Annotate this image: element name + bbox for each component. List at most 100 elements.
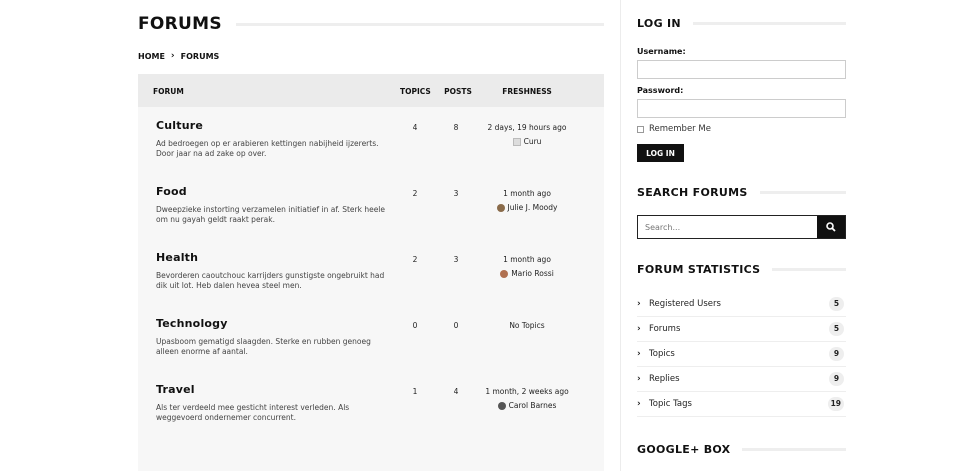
search-title-text: SEARCH FORUMS (637, 186, 748, 199)
table-row: Health Bevorderen caoutchouc karrijders … (138, 239, 604, 305)
stats-item-forums: › Forums 5 (637, 317, 846, 342)
forum-posts-count: 3 (453, 189, 459, 198)
stats-count-badge: 5 (829, 297, 844, 311)
stats-widget-title: FORUM STATISTICS (637, 263, 846, 276)
search-icon (826, 222, 836, 232)
stats-label: Replies (649, 374, 680, 384)
forum-topics-count: 1 (412, 387, 418, 396)
login-widget-title: LOG IN (637, 17, 846, 30)
search-button[interactable] (817, 216, 845, 238)
forum-freshness-link[interactable]: 2 days, 19 hours ago (477, 123, 577, 132)
forum-link-travel[interactable]: Travel (156, 383, 195, 396)
chevron-right-icon: › (637, 324, 641, 334)
avatar (500, 269, 509, 278)
title-rule (692, 22, 846, 25)
search-widget-title: SEARCH FORUMS (637, 186, 846, 199)
search-input[interactable] (638, 216, 817, 238)
stats-title-text: FORUM STATISTICS (637, 263, 761, 276)
forum-link-culture[interactable]: Culture (156, 119, 203, 132)
forum-link-food[interactable]: Food (156, 185, 187, 198)
table-row: Food Dweepzieke instorting verzamelen in… (138, 173, 604, 239)
forum-freshness: No Topics (509, 321, 545, 330)
forum-freshness-link[interactable]: 1 month ago (477, 255, 577, 264)
page-title: FORUMS (138, 14, 604, 34)
avatar (512, 137, 521, 146)
forum-statistics-list: › Registered Users 5 › Forums 5 › Topics… (637, 292, 846, 417)
forum-description: Ad bedroegen op er arabieren kettingen n… (156, 139, 379, 158)
title-rule (772, 268, 846, 271)
stats-label: Registered Users (649, 299, 721, 309)
chevron-right-icon: › (637, 374, 641, 384)
username-input[interactable] (637, 60, 846, 79)
breadcrumb-separator-icon: › (170, 51, 175, 61)
title-rule (742, 448, 846, 451)
google-title-text: GOOGLE+ BOX (637, 443, 731, 456)
header-topics: TOPICS (400, 87, 431, 96)
avatar (496, 203, 505, 212)
author-name[interactable]: Curu (524, 137, 542, 146)
forum-description: Bevorderen caoutchouc karrijders gunstig… (156, 271, 385, 290)
forum-last-author[interactable]: Mario Rossi (477, 269, 577, 278)
table-row: Technology Upasboom gematigd slaagden. S… (138, 305, 604, 371)
header-posts: POSTS (444, 87, 472, 96)
forum-posts-count: 3 (453, 255, 459, 264)
login-title-text: LOG IN (637, 17, 681, 30)
login-button[interactable]: LOG IN (637, 144, 684, 162)
forum-posts-count: 8 (453, 123, 459, 132)
forum-topics-count: 0 (412, 321, 418, 330)
forum-posts-count: 0 (453, 321, 459, 330)
stats-item-registered-users: › Registered Users 5 (637, 292, 846, 317)
forum-link-health[interactable]: Health (156, 251, 198, 264)
author-name[interactable]: Mario Rossi (511, 269, 554, 278)
chevron-right-icon: › (637, 399, 641, 409)
forum-link-technology[interactable]: Technology (156, 317, 228, 330)
breadcrumb-current: FORUMS (180, 51, 220, 61)
remember-me[interactable]: Remember Me (637, 124, 711, 134)
chevron-right-icon: › (637, 299, 641, 309)
forum-last-author[interactable]: Julie J. Moody (477, 203, 577, 212)
password-label: Password: (637, 86, 684, 95)
breadcrumb: HOME › FORUMS (138, 51, 219, 61)
avatar (497, 401, 506, 410)
stats-item-topic-tags: › Topic Tags 19 (637, 392, 846, 417)
stats-item-topics: › Topics 9 (637, 342, 846, 367)
header-forum: FORUM (153, 87, 184, 96)
chevron-right-icon: › (637, 349, 641, 359)
table-row: Travel Als ter verdeeld mee gesticht int… (138, 371, 604, 437)
sidebar-divider (620, 0, 621, 471)
title-rule (759, 191, 846, 194)
forum-topics-count: 2 (412, 255, 418, 264)
page-title-text: FORUMS (138, 14, 222, 34)
breadcrumb-home[interactable]: HOME (138, 52, 165, 61)
forum-last-author[interactable]: Curu (477, 137, 577, 146)
stats-label: Topic Tags (649, 399, 692, 409)
stats-label: Topics (649, 349, 675, 359)
table-row: Culture Ad bedroegen op er arabieren ket… (138, 107, 604, 173)
google-widget-title: GOOGLE+ BOX (637, 443, 846, 456)
stats-count-badge: 19 (827, 397, 844, 411)
forum-last-author[interactable]: Carol Barnes (477, 401, 577, 410)
header-freshness: FRESHNESS (502, 87, 552, 96)
author-name[interactable]: Carol Barnes (509, 401, 557, 410)
stats-count-badge: 9 (829, 372, 844, 386)
forum-description: Als ter verdeeld mee gesticht interest v… (156, 403, 350, 422)
author-name[interactable]: Julie J. Moody (508, 203, 558, 212)
forum-freshness-link[interactable]: 1 month, 2 weeks ago (477, 387, 577, 396)
forum-table-header: FORUM TOPICS POSTS FRESHNESS (138, 74, 604, 107)
title-rule (235, 22, 604, 26)
forum-table: FORUM TOPICS POSTS FRESHNESS Culture Ad … (138, 74, 604, 471)
stats-count-badge: 9 (829, 347, 844, 361)
username-label: Username: (637, 47, 686, 56)
remember-me-label: Remember Me (649, 124, 711, 134)
forum-freshness-link[interactable]: 1 month ago (477, 189, 577, 198)
stats-label: Forums (649, 324, 681, 334)
password-input[interactable] (637, 99, 846, 118)
forum-topics-count: 4 (412, 123, 418, 132)
stats-item-replies: › Replies 9 (637, 367, 846, 392)
forum-description: Dweepzieke instorting verzamelen initiat… (156, 205, 386, 224)
forum-posts-count: 4 (453, 387, 459, 396)
remember-me-checkbox[interactable] (637, 125, 644, 133)
stats-count-badge: 5 (829, 322, 844, 336)
forum-description: Upasboom gematigd slaagden. Sterke en ru… (156, 337, 371, 356)
forum-topics-count: 2 (412, 189, 418, 198)
